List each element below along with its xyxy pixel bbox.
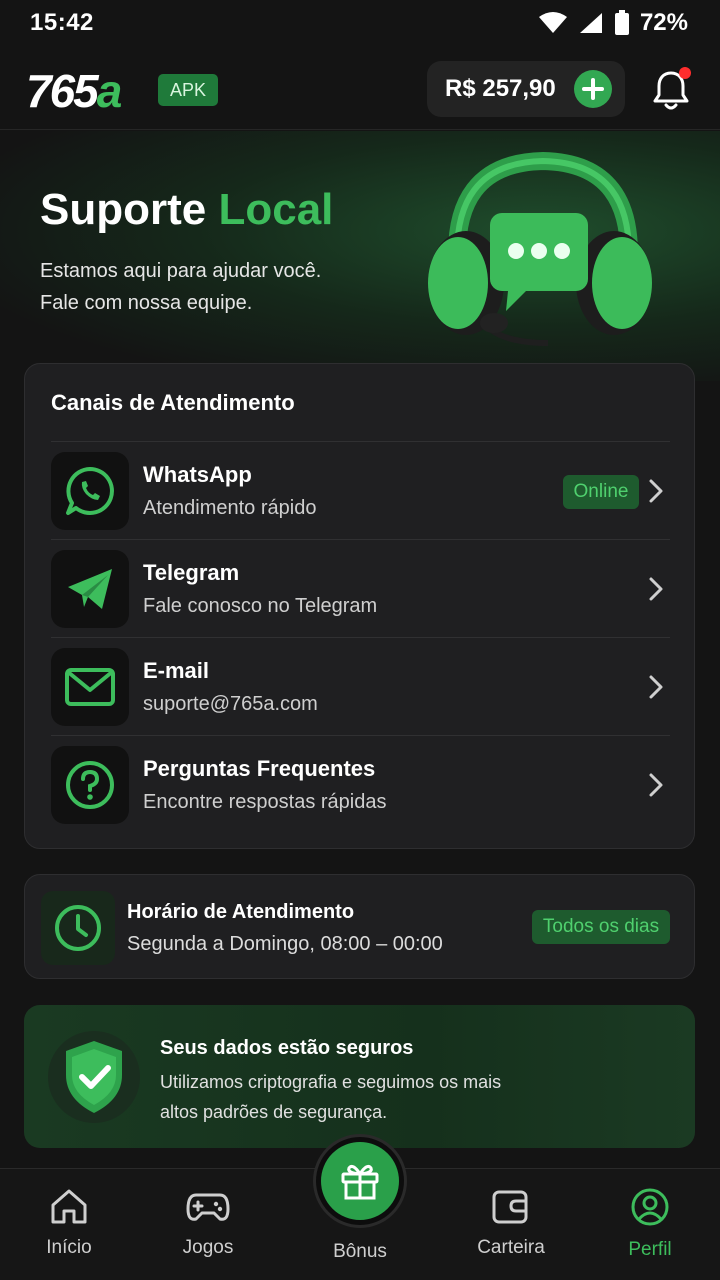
channel-desc: Atendimento rápido <box>143 497 317 519</box>
chevron-right-icon <box>649 773 663 797</box>
security-text: Utilizamos criptografia e seguimos os ma… <box>160 1067 580 1127</box>
headset-chat-illustration <box>428 151 652 346</box>
security-banner: Seus dados estão seguros Utilizamos crip… <box>24 1005 695 1148</box>
nav-label: Início <box>46 1237 92 1258</box>
support-hero: Suporte Local Estamos aqui para ajudar v… <box>0 131 720 381</box>
deposit-button[interactable] <box>574 70 612 108</box>
nav-item-perfil[interactable]: Perfil <box>595 1187 705 1267</box>
app-header: 765a APK R$ 257,90 <box>0 50 720 130</box>
channel-name: Telegram <box>143 560 240 585</box>
security-line2: altos padrões de segurança. <box>160 1102 388 1122</box>
mail-icon-box <box>51 648 129 726</box>
support-channels-card: Canais de Atendimento WhatsApp Atendimen… <box>24 363 695 849</box>
chevron-right-icon <box>649 577 663 601</box>
nav-label-bonus: Bônus <box>333 1241 387 1262</box>
question-icon-box <box>51 746 129 824</box>
status-time: 15:42 <box>30 9 94 36</box>
clock-icon-box <box>41 891 115 965</box>
logo[interactable]: 765a <box>26 64 123 118</box>
gift-icon <box>341 1165 379 1200</box>
nav-label: Jogos <box>182 1237 234 1258</box>
wallet-icon <box>492 1190 528 1224</box>
nav-label: Perfil <box>628 1239 672 1260</box>
gamepad-icon <box>186 1193 230 1221</box>
hero-subtitle-line2: Fale com nossa equipe. <box>40 292 253 314</box>
balance-pill[interactable]: R$ 257,90 <box>427 61 625 117</box>
chevron-right-icon <box>649 479 663 503</box>
notifications-button[interactable] <box>651 67 691 112</box>
channel-name: Perguntas Frequentes <box>143 756 376 781</box>
home-icon <box>51 1189 87 1224</box>
notification-dot <box>679 67 691 79</box>
signal-icon <box>579 13 602 33</box>
apk-badge[interactable]: APK <box>158 74 218 106</box>
status-bar: 15:42 72% <box>0 0 720 46</box>
hours-schedule: Segunda a Domingo, 08:00 – 00:00 <box>127 933 443 955</box>
whatsapp-icon <box>66 467 114 515</box>
channel-name: E-mail <box>143 658 210 683</box>
nav-item-inicio[interactable]: Início <box>14 1187 124 1267</box>
logo-letter: a <box>96 65 123 117</box>
bottom-nav: Início Jogos Bônus Carteira Perfil <box>0 1137 720 1280</box>
hero-title-white: Suporte <box>40 185 207 234</box>
channel-desc: Fale conosco no Telegram <box>143 595 378 617</box>
chevron-right-icon <box>649 675 663 699</box>
question-icon <box>66 761 114 809</box>
channel-row-email[interactable]: E-mail suporte@765a.com <box>51 637 670 735</box>
logo-number: 765 <box>26 65 99 117</box>
mail-icon <box>65 668 115 706</box>
profile-icon <box>631 1188 669 1226</box>
status-icons: 72% <box>538 9 688 37</box>
support-hours-card: Horário de Atendimento Segunda a Domingo… <box>24 874 695 979</box>
telegram-icon-box <box>51 550 129 628</box>
channel-row-whatsapp[interactable]: WhatsApp Atendimento rápido Online <box>51 441 670 539</box>
channel-row-faq[interactable]: Perguntas Frequentes Encontre respostas … <box>51 735 670 833</box>
battery-percent: 72% <box>639 9 688 36</box>
shield-check-icon <box>48 1031 140 1123</box>
nav-label: Carteira <box>477 1237 545 1258</box>
security-title: Seus dados estão seguros <box>160 1037 414 1059</box>
hero-title-green: Local <box>218 185 334 234</box>
hero-subtitle-line1: Estamos aqui para ajudar você. <box>40 260 322 282</box>
telegram-icon <box>68 569 112 609</box>
channel-desc: Encontre respostas rápidas <box>143 791 387 813</box>
every-day-badge: Todos os dias <box>532 910 670 944</box>
nav-item-jogos[interactable]: Jogos <box>153 1187 263 1267</box>
channel-name: WhatsApp <box>143 462 252 487</box>
hero-title: Suporte Local <box>40 185 333 235</box>
whatsapp-icon-box <box>51 452 129 530</box>
clock-icon <box>55 905 101 951</box>
balance-amount: R$ 257,90 <box>445 75 556 102</box>
channels-title: Canais de Atendimento <box>51 390 295 415</box>
channel-row-telegram[interactable]: Telegram Fale conosco no Telegram <box>51 539 670 637</box>
battery-icon <box>614 10 629 35</box>
nav-item-bonus[interactable] <box>316 1137 404 1225</box>
hero-subtitle: Estamos aqui para ajudar você. Fale com … <box>40 255 380 319</box>
hours-title: Horário de Atendimento <box>127 901 355 923</box>
security-line1: Utilizamos criptografia e seguimos os ma… <box>160 1072 502 1092</box>
nav-item-carteira[interactable]: Carteira <box>456 1187 566 1267</box>
plus-icon <box>582 78 604 100</box>
wifi-icon <box>538 12 567 33</box>
channel-desc: suporte@765a.com <box>143 693 318 715</box>
online-badge: Online <box>563 475 639 509</box>
